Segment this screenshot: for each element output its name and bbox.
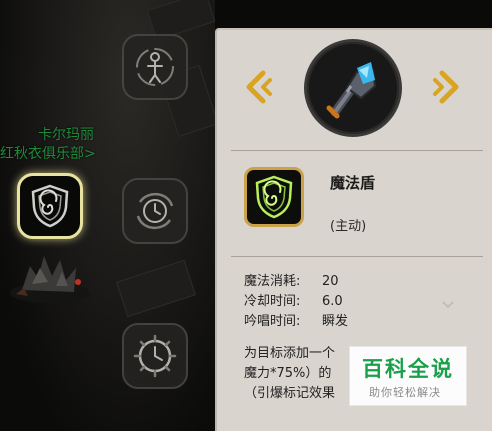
watermark-subtitle: 助你轻松解决 <box>369 386 441 399</box>
stat-cooldown: 冷却时间: 6.0 <box>244 292 348 312</box>
divider <box>231 150 483 151</box>
rock-decoration <box>116 259 196 318</box>
stat-label: 魔法消耗: <box>244 274 301 289</box>
weapon-header <box>217 30 492 155</box>
watermark-title: 百科全说 <box>362 357 454 381</box>
crystal-mace-icon <box>326 62 377 119</box>
chevron-left-icon[interactable] <box>243 70 273 104</box>
stat-value: 瞬发 <box>322 314 349 329</box>
game-scene: 卡尔玛丽 红秋衣俱乐部> <box>0 0 215 431</box>
stat-cast-time: 吟唱时间: 瞬发 <box>244 312 348 332</box>
skill-icon-frame <box>244 167 304 227</box>
skill-slot-3[interactable] <box>122 178 188 244</box>
clock-swirl-icon <box>136 193 174 229</box>
watermark: 百科全说 助你轻松解决 <box>349 346 467 406</box>
stat-label: 吟唱时间: <box>244 314 301 329</box>
clock-spiked-icon <box>133 334 177 378</box>
npc-name[interactable]: 卡尔玛丽 <box>38 124 94 144</box>
creature-sprite[interactable] <box>4 238 96 308</box>
skill-type: (主动) <box>330 219 367 234</box>
skill-stats: 魔法消耗: 20 冷却时间: 6.0 吟唱时间: 瞬发 <box>244 272 348 332</box>
figure-swirl-icon <box>136 48 174 86</box>
divider <box>231 256 483 257</box>
skill-slot-1[interactable] <box>122 34 188 100</box>
skill-slot-magic-shield[interactable] <box>17 173 83 239</box>
skill-description: 为目标添加一个 魔力*75%）的 （引爆标记效果 <box>244 344 335 404</box>
stat-value: 20 <box>322 274 339 289</box>
chevron-right-icon[interactable] <box>432 70 462 104</box>
skill-slot-4[interactable] <box>122 323 188 389</box>
chevron-down-icon <box>442 301 454 309</box>
description-line: 魔力*75%）的 <box>244 366 332 381</box>
shield-spiral-icon <box>31 184 69 228</box>
stat-label: 冷却时间: <box>244 294 301 309</box>
skill-name: 魔法盾 <box>330 174 376 192</box>
description-line: （引爆标记效果 <box>244 386 336 401</box>
shield-spiral-icon <box>255 175 293 219</box>
stat-value: 6.0 <box>322 294 343 309</box>
npc-guild[interactable]: 红秋衣俱乐部> <box>0 143 96 163</box>
stat-mana-cost: 魔法消耗: 20 <box>244 272 348 292</box>
weapon-slot[interactable] <box>307 42 399 134</box>
description-line: 为目标添加一个 <box>244 346 336 361</box>
